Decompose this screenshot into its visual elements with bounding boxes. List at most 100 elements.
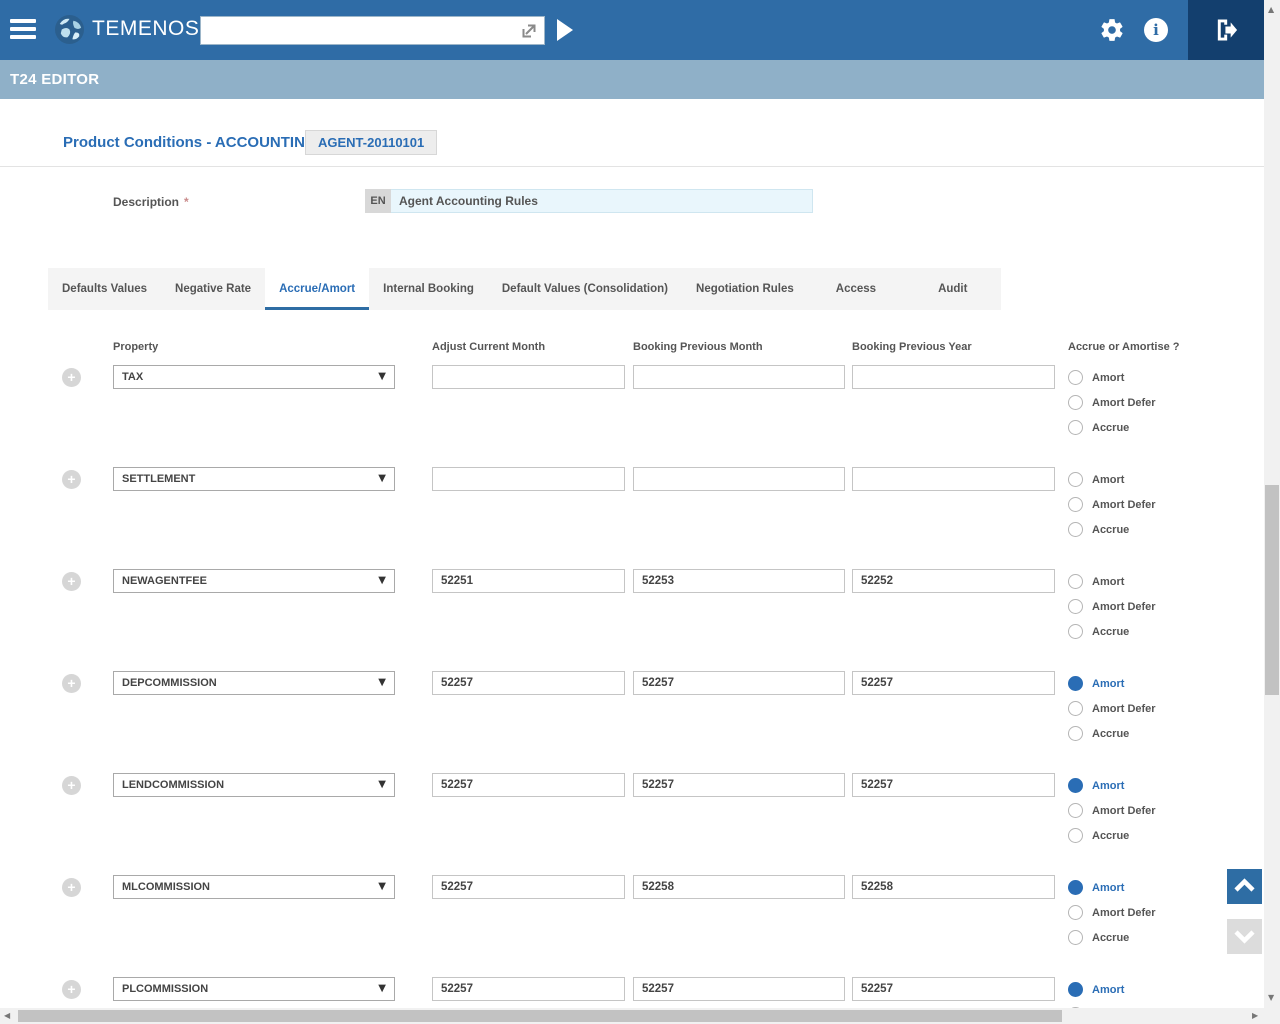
adjust-current-month-input[interactable] (432, 773, 625, 797)
booking-previous-year-input[interactable] (852, 569, 1055, 593)
property-select[interactable]: DEPCOMMISSION▼ (113, 671, 395, 695)
tab-default-values-consolidation[interactable]: Default Values (Consolidation) (488, 268, 682, 310)
menu-icon[interactable] (10, 19, 36, 41)
adjust-current-month-input[interactable] (432, 365, 625, 389)
scroll-up-arrow-icon[interactable]: ▲ (1268, 6, 1274, 14)
booking-previous-year-input[interactable] (852, 671, 1055, 695)
plus-icon: + (67, 879, 75, 895)
radio-icon (1068, 420, 1083, 435)
booking-previous-year-input[interactable] (852, 773, 1055, 797)
scroll-to-top-button[interactable] (1227, 869, 1262, 904)
plus-icon: + (67, 369, 75, 385)
column-header-booking-previous-year: Booking Previous Year (852, 341, 1055, 353)
radio-amort[interactable]: Amort (1068, 778, 1156, 793)
tab-negotiation-rules[interactable]: Negotiation Rules (682, 268, 808, 310)
column-header-property: Property (113, 341, 395, 353)
sign-out-button[interactable] (1188, 0, 1264, 60)
property-select[interactable]: NEWAGENTFEE▼ (113, 569, 395, 593)
scroll-right-arrow-icon[interactable]: ▶ (1252, 1012, 1258, 1020)
radio-amort[interactable]: Amort (1068, 676, 1156, 691)
vertical-scrollbar-thumb[interactable] (1265, 485, 1279, 695)
booking-previous-month-input[interactable] (633, 365, 845, 389)
tab-defaults-values[interactable]: Defaults Values (48, 268, 161, 310)
tab-audit[interactable]: Audit (904, 268, 1001, 310)
tab-internal-booking[interactable]: Internal Booking (369, 268, 488, 310)
property-select[interactable]: MLCOMMISSION▼ (113, 875, 395, 899)
chevron-down-icon: ▼ (378, 677, 386, 688)
adjust-current-month-input[interactable] (432, 671, 625, 695)
booking-previous-year-input[interactable] (852, 365, 1055, 389)
description-input[interactable] (391, 189, 813, 213)
radio-accrue[interactable]: Accrue (1068, 726, 1156, 741)
app-title: T24 EDITOR (10, 71, 99, 88)
radio-amort-defer[interactable]: Amort Defer (1068, 803, 1156, 818)
property-select[interactable]: PLCOMMISSION▼ (113, 977, 395, 1001)
radio-accrue[interactable]: Accrue (1068, 930, 1156, 945)
run-play-icon[interactable] (557, 19, 573, 41)
accrue-amortise-radio-group: Amort Amort Defer Accrue (1068, 574, 1156, 649)
radio-accrue[interactable]: Accrue (1068, 624, 1156, 639)
accrue-amortise-radio-group: Amort Amort Defer Accrue (1068, 778, 1156, 853)
record-id-badge: AGENT-20110101 (305, 130, 437, 155)
radio-amort[interactable]: Amort (1068, 574, 1156, 589)
tab-access[interactable]: Access (808, 268, 904, 310)
add-row-button[interactable]: + (62, 368, 81, 387)
radio-amort[interactable]: Amort (1068, 472, 1156, 487)
scroll-down-arrow-icon[interactable]: ▼ (1268, 994, 1274, 1002)
scroll-left-arrow-icon[interactable]: ◀ (4, 1012, 10, 1020)
radio-accrue[interactable]: Accrue (1068, 522, 1156, 537)
scrollbar-corner (1264, 1008, 1280, 1024)
booking-previous-month-input[interactable] (633, 671, 845, 695)
booking-previous-month-input[interactable] (633, 875, 845, 899)
booking-previous-year-input[interactable] (852, 875, 1055, 899)
radio-amort-defer[interactable]: Amort Defer (1068, 701, 1156, 716)
tab-negative-rate[interactable]: Negative Rate (161, 268, 265, 310)
property-select[interactable]: TAX▼ (113, 365, 395, 389)
vertical-scrollbar[interactable]: ▲ ▼ (1264, 0, 1280, 1008)
booking-previous-month-input[interactable] (633, 569, 845, 593)
scroll-down-button[interactable] (1227, 919, 1262, 954)
booking-previous-month-input[interactable] (633, 773, 845, 797)
add-row-button[interactable]: + (62, 776, 81, 795)
radio-amort[interactable]: Amort (1068, 880, 1156, 895)
booking-previous-year-input[interactable] (852, 977, 1055, 1001)
add-row-button[interactable]: + (62, 878, 81, 897)
booking-previous-year-input[interactable] (852, 467, 1055, 491)
adjust-current-month-input[interactable] (432, 467, 625, 491)
globe-logo-icon (54, 14, 85, 45)
radio-amort-defer[interactable]: Amort Defer (1068, 905, 1156, 920)
info-icon[interactable]: i (1144, 18, 1168, 42)
horizontal-scrollbar-thumb[interactable] (18, 1010, 1062, 1022)
property-select[interactable]: LENDCOMMISSION▼ (113, 773, 395, 797)
radio-icon (1068, 370, 1083, 385)
property-select[interactable]: SETTLEMENT▼ (113, 467, 395, 491)
horizontal-scrollbar[interactable]: ◀ ▶ (0, 1008, 1264, 1024)
add-row-button[interactable]: + (62, 572, 81, 591)
radio-amort-defer[interactable]: Amort Defer (1068, 599, 1156, 614)
radio-amort[interactable]: Amort (1068, 982, 1156, 997)
adjust-current-month-input[interactable] (432, 977, 625, 1001)
add-row-button[interactable]: + (62, 470, 81, 489)
radio-amort[interactable]: Amort (1068, 370, 1156, 385)
radio-accrue[interactable]: Accrue (1068, 828, 1156, 843)
radio-accrue[interactable]: Accrue (1068, 420, 1156, 435)
radio-icon (1068, 726, 1083, 741)
gear-icon[interactable] (1099, 17, 1125, 43)
add-row-button[interactable]: + (62, 980, 81, 999)
tab-accrue-amort[interactable]: Accrue/Amort (265, 268, 369, 310)
booking-previous-month-input[interactable] (633, 467, 845, 491)
radio-icon (1068, 803, 1083, 818)
radio-icon (1068, 701, 1083, 716)
radio-amort-defer[interactable]: Amort Defer (1068, 497, 1156, 512)
radio-amort-defer[interactable]: Amort Defer (1068, 395, 1156, 410)
page-title: Product Conditions - ACCOUNTING (63, 134, 317, 151)
radio-icon (1068, 395, 1083, 410)
launch-arrow-icon[interactable] (518, 20, 540, 42)
description-label: Description* (113, 195, 189, 209)
plus-icon: + (67, 981, 75, 997)
adjust-current-month-input[interactable] (432, 569, 625, 593)
search-input[interactable] (201, 17, 544, 44)
booking-previous-month-input[interactable] (633, 977, 845, 1001)
add-row-button[interactable]: + (62, 674, 81, 693)
adjust-current-month-input[interactable] (432, 875, 625, 899)
